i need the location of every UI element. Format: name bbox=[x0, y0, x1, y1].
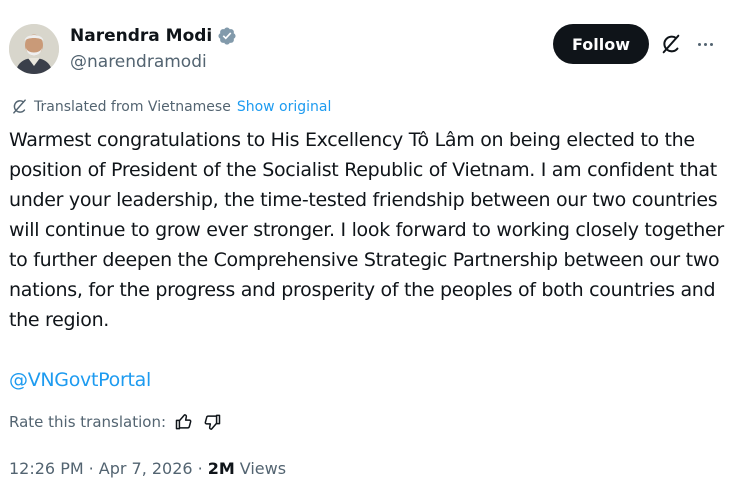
dot bbox=[697, 42, 701, 46]
dot bbox=[709, 42, 713, 46]
translation-notice: Translated from Vietnamese Show original bbox=[11, 98, 331, 115]
meta-separator: · bbox=[197, 459, 203, 478]
translation-label: Translated from Vietnamese bbox=[34, 98, 231, 115]
meta-separator: · bbox=[88, 459, 94, 478]
avatar[interactable] bbox=[9, 24, 59, 74]
thumbs-down-icon[interactable] bbox=[202, 412, 222, 432]
grok-icon[interactable] bbox=[660, 33, 682, 55]
rate-translation: Rate this translation: bbox=[9, 412, 222, 432]
post-meta: 12:26 PM · Apr 7, 2026 · 2M Views bbox=[9, 459, 286, 478]
views-label: Views bbox=[239, 459, 287, 478]
post-card: Narendra Modi @narendramodi Follow Trans… bbox=[0, 0, 734, 490]
follow-button[interactable]: Follow bbox=[553, 24, 649, 64]
avatar-image bbox=[9, 24, 59, 74]
mention-link[interactable]: @VNGovtPortal bbox=[9, 365, 151, 395]
more-icon[interactable] bbox=[693, 32, 717, 56]
author-name[interactable]: Narendra Modi bbox=[70, 26, 212, 46]
show-original-link[interactable]: Show original bbox=[237, 99, 332, 115]
author-handle[interactable]: @narendramodi bbox=[70, 52, 207, 72]
translate-icon bbox=[13, 99, 26, 114]
thumbs-up-icon[interactable] bbox=[174, 412, 194, 432]
post-text: Warmest congratulations to His Excellenc… bbox=[9, 129, 724, 331]
post-time[interactable]: 12:26 PM bbox=[9, 459, 84, 478]
author-row: Narendra Modi bbox=[70, 26, 237, 46]
verified-badge-icon[interactable] bbox=[217, 26, 237, 46]
dot bbox=[703, 42, 707, 46]
views-count[interactable]: 2M bbox=[208, 459, 235, 478]
post-date[interactable]: Apr 7, 2026 bbox=[99, 459, 193, 478]
rate-label: Rate this translation: bbox=[9, 413, 167, 431]
